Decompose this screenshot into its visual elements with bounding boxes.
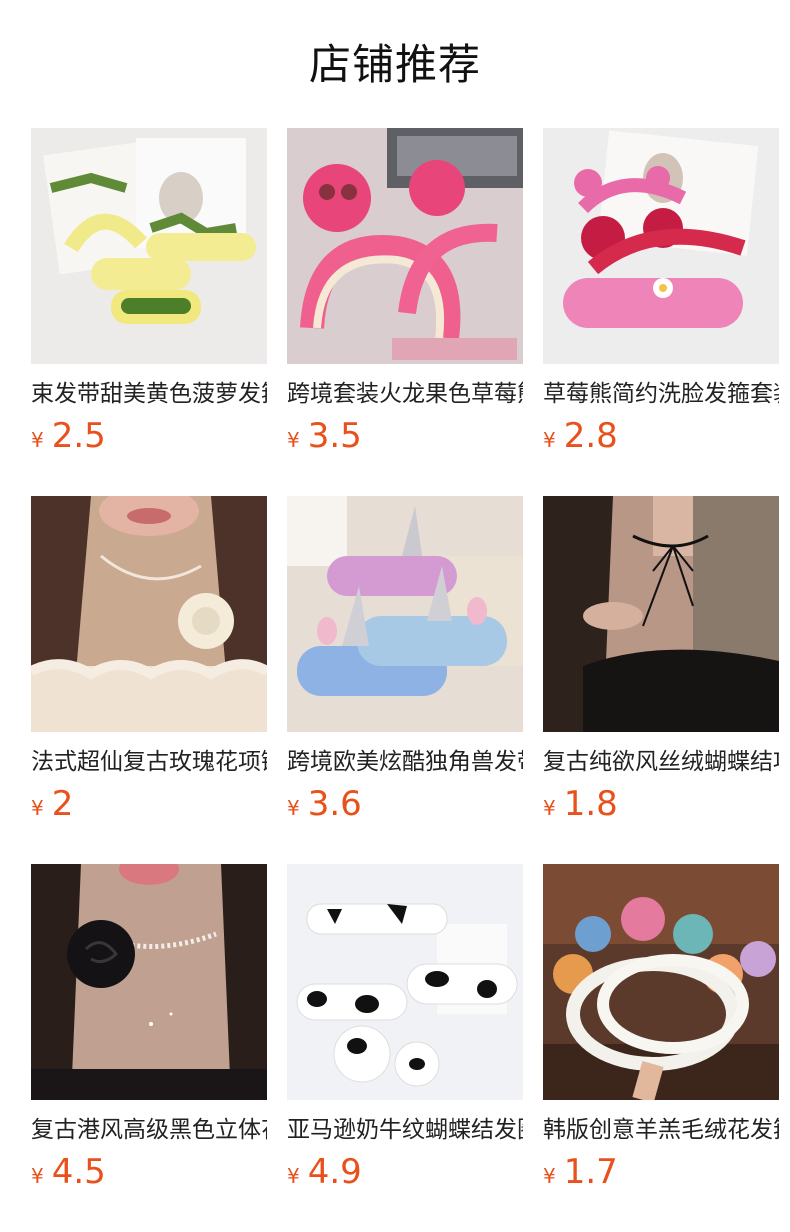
price-value: 3.6 — [307, 784, 362, 824]
product-image-plush-flower-headbands[interactable] — [543, 864, 779, 1100]
product-name[interactable]: 跨境套装火龙果色草莓熊 — [287, 378, 523, 410]
product-price: ¥ 2.8 — [543, 416, 779, 456]
currency-symbol: ¥ — [31, 1164, 44, 1188]
product-name[interactable]: 束发带甜美黄色菠萝发箍 — [31, 378, 267, 410]
price-value: 2.8 — [563, 416, 618, 456]
price-value: 1.7 — [563, 1152, 618, 1192]
product-name[interactable]: 韩版创意羊羔毛绒花发箍 — [543, 1114, 779, 1146]
product-card[interactable]: 束发带甜美黄色菠萝发箍 ¥ 2.5 — [31, 128, 267, 496]
product-image-velvet-bow-choker[interactable] — [543, 496, 779, 732]
price-value: 3.5 — [307, 416, 362, 456]
currency-symbol: ¥ — [31, 428, 44, 452]
product-name[interactable]: 复古港风高级黑色立体花 — [31, 1114, 267, 1146]
currency-symbol: ¥ — [287, 428, 300, 452]
product-card[interactable]: 法式超仙复古玫瑰花项链 ¥ 2 — [31, 496, 267, 864]
product-grid: 束发带甜美黄色菠萝发箍 ¥ 2.5 跨境套装火龙果色草莓熊 ¥ 3.5 草莓熊简… — [31, 128, 790, 1232]
product-price: ¥ 1.8 — [543, 784, 779, 824]
currency-symbol: ¥ — [287, 796, 300, 820]
product-image-pink-bear-ear-headbands[interactable] — [543, 128, 779, 364]
product-image-strawberry-bear-headbands[interactable] — [287, 128, 523, 364]
price-value: 2.5 — [51, 416, 106, 456]
price-value: 1.8 — [563, 784, 618, 824]
product-image-unicorn-headbands[interactable] — [287, 496, 523, 732]
product-price: ¥ 2 — [31, 784, 267, 824]
product-image-rose-choker[interactable] — [31, 496, 267, 732]
price-value: 4.5 — [51, 1152, 106, 1192]
currency-symbol: ¥ — [287, 1164, 300, 1188]
product-card[interactable]: 韩版创意羊羔毛绒花发箍 ¥ 1.7 — [543, 864, 779, 1232]
currency-symbol: ¥ — [543, 1164, 556, 1188]
product-card[interactable]: 复古纯欲风丝绒蝴蝶结项链 ¥ 1.8 — [543, 496, 779, 864]
section-title: 店铺推荐 — [308, 39, 481, 89]
product-name[interactable]: 跨境欧美炫酷独角兽发带 — [287, 746, 523, 778]
currency-symbol: ¥ — [543, 428, 556, 452]
price-value: 4.9 — [307, 1152, 362, 1192]
section-header: 店铺推荐 — [0, 0, 790, 126]
price-value: 2 — [51, 784, 74, 824]
product-name[interactable]: 草莓熊简约洗脸发箍套装 — [543, 378, 779, 410]
product-name[interactable]: 复古纯欲风丝绒蝴蝶结项链 — [543, 746, 779, 778]
product-card[interactable]: 复古港风高级黑色立体花 ¥ 4.5 — [31, 864, 267, 1232]
product-card[interactable]: 亚马逊奶牛纹蝴蝶结发圈 ¥ 4.9 — [287, 864, 523, 1232]
product-card[interactable]: 跨境套装火龙果色草莓熊 ¥ 3.5 — [287, 128, 523, 496]
currency-symbol: ¥ — [543, 796, 556, 820]
product-image-black-flower-choker[interactable] — [31, 864, 267, 1100]
product-card[interactable]: 草莓熊简约洗脸发箍套装 ¥ 2.8 — [543, 128, 779, 496]
product-price: ¥ 3.6 — [287, 784, 523, 824]
product-price: ¥ 4.5 — [31, 1152, 267, 1192]
product-price: ¥ 2.5 — [31, 416, 267, 456]
product-name[interactable]: 亚马逊奶牛纹蝴蝶结发圈 — [287, 1114, 523, 1146]
currency-symbol: ¥ — [31, 796, 44, 820]
product-price: ¥ 1.7 — [543, 1152, 779, 1192]
product-name[interactable]: 法式超仙复古玫瑰花项链 — [31, 746, 267, 778]
product-card[interactable]: 跨境欧美炫酷独角兽发带 ¥ 3.6 — [287, 496, 523, 864]
product-price: ¥ 4.9 — [287, 1152, 523, 1192]
product-price: ¥ 3.5 — [287, 416, 523, 456]
product-image-cow-print-scrunchies[interactable] — [287, 864, 523, 1100]
product-image-pineapple-headbands[interactable] — [31, 128, 267, 364]
